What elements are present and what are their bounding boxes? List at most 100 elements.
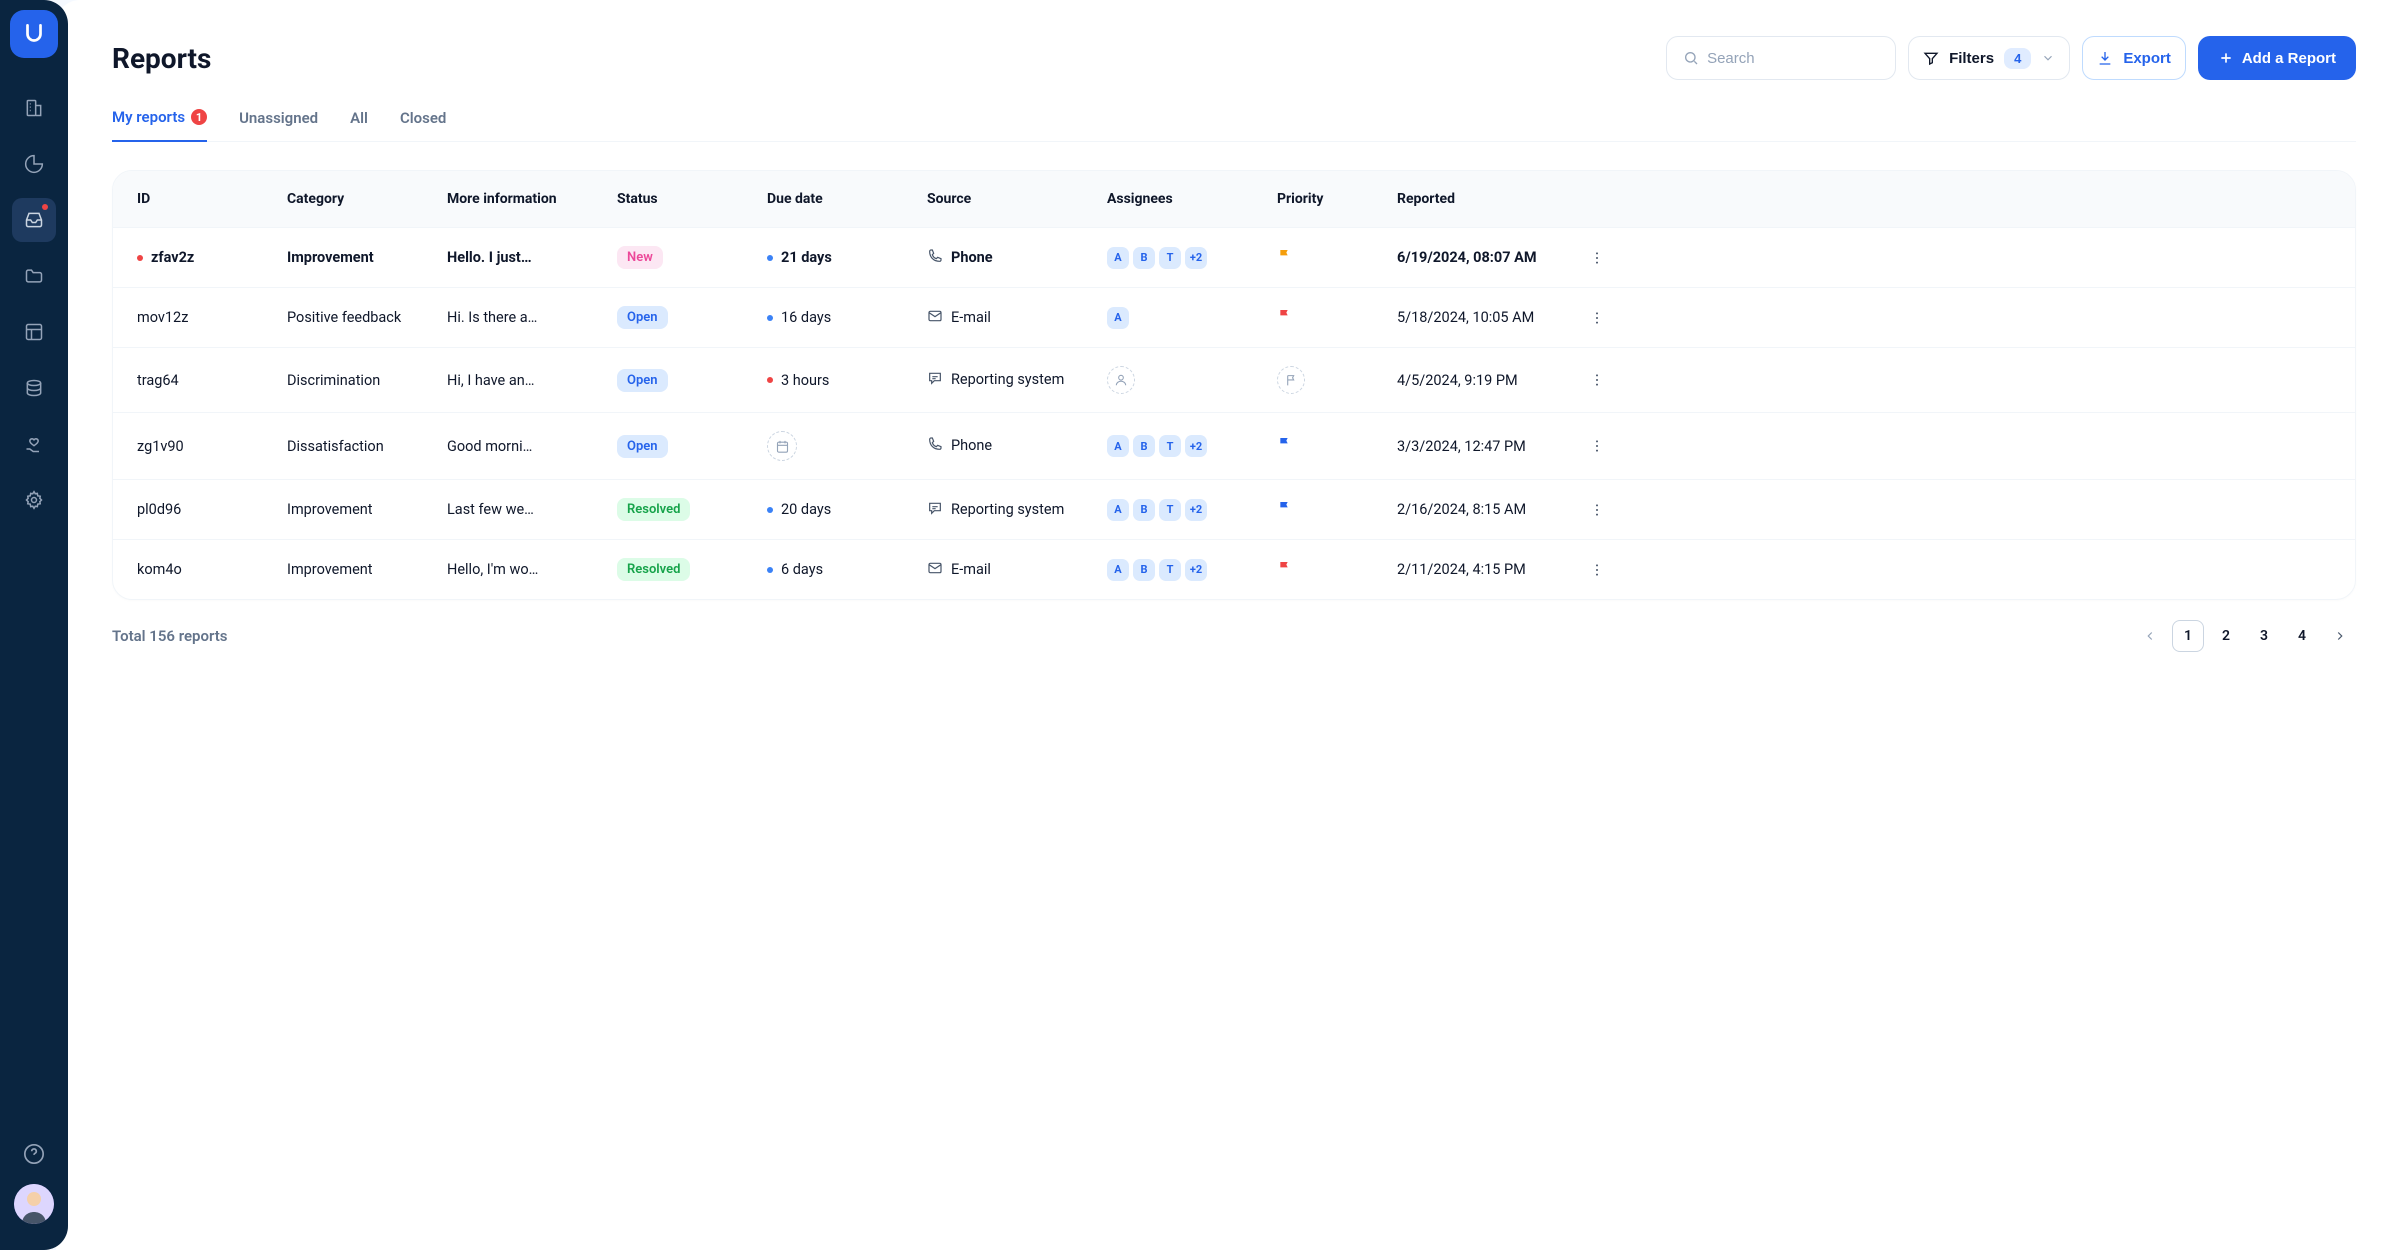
user-avatar[interactable] bbox=[14, 1184, 54, 1224]
export-button[interactable]: Export bbox=[2082, 36, 2186, 80]
total-count: Total 156 reports bbox=[112, 627, 228, 645]
table-row[interactable]: zg1v90DissatisfactionGood morni…OpenPhon… bbox=[113, 412, 2355, 479]
assignee-chip[interactable]: +2 bbox=[1185, 559, 1207, 581]
assignee-chip[interactable]: +2 bbox=[1185, 499, 1207, 521]
table-row[interactable]: kom4oImprovementHello, I'm wo…Resolved6 … bbox=[113, 539, 2355, 599]
tab-badge: 1 bbox=[191, 109, 207, 125]
page-1[interactable]: 1 bbox=[2172, 620, 2204, 652]
tab-my-reports[interactable]: My reports1 bbox=[112, 108, 207, 142]
column-header[interactable]: Assignees bbox=[1107, 191, 1277, 207]
cell-due: 3 hours bbox=[767, 372, 927, 389]
cell-source: E-mail bbox=[927, 560, 1107, 580]
nav-chart-icon[interactable] bbox=[12, 142, 56, 186]
next-page[interactable] bbox=[2324, 620, 2356, 652]
column-header[interactable]: Category bbox=[287, 191, 447, 207]
cell-id: mov12z bbox=[137, 309, 287, 326]
cell-status: Open bbox=[617, 435, 767, 458]
chat-icon bbox=[927, 500, 943, 520]
row-more-button[interactable] bbox=[1577, 438, 1617, 454]
page-3[interactable]: 3 bbox=[2248, 620, 2280, 652]
assignee-chip[interactable]: B bbox=[1133, 247, 1155, 269]
cell-id: pl0d96 bbox=[137, 501, 287, 518]
plus-icon bbox=[2218, 50, 2234, 66]
assignee-chip[interactable]: A bbox=[1107, 307, 1129, 329]
filters-button[interactable]: Filters 4 bbox=[1908, 36, 2070, 80]
nav-building-icon[interactable] bbox=[12, 86, 56, 130]
cell-assignees: ABT+2 bbox=[1107, 499, 1277, 521]
assignee-chip[interactable]: B bbox=[1133, 559, 1155, 581]
table-header: IDCategoryMore informationStatusDue date… bbox=[113, 171, 2355, 227]
cell-category: Improvement bbox=[287, 561, 447, 578]
column-header[interactable]: Status bbox=[617, 191, 767, 207]
assignee-empty-icon[interactable] bbox=[1107, 366, 1135, 394]
tab-all[interactable]: All bbox=[350, 108, 368, 141]
tab-unassigned[interactable]: Unassigned bbox=[239, 108, 318, 141]
flag-icon[interactable] bbox=[1277, 560, 1293, 580]
cell-info: Hi, I have an… bbox=[447, 372, 617, 389]
phone-icon bbox=[927, 248, 943, 268]
cell-reported: 4/5/2024, 9:19 PM bbox=[1397, 372, 1577, 389]
download-icon bbox=[2097, 50, 2113, 66]
row-more-button[interactable] bbox=[1577, 562, 1617, 578]
column-header[interactable]: ID bbox=[137, 191, 287, 207]
nav-layout-icon[interactable] bbox=[12, 310, 56, 354]
assignee-chip[interactable]: +2 bbox=[1185, 435, 1207, 457]
export-label: Export bbox=[2123, 50, 2171, 67]
nav-settings-icon[interactable] bbox=[12, 478, 56, 522]
assignee-chip[interactable]: T bbox=[1159, 435, 1181, 457]
column-header[interactable]: Priority bbox=[1277, 191, 1397, 207]
assignee-chip[interactable]: A bbox=[1107, 435, 1129, 457]
help-icon[interactable] bbox=[20, 1140, 48, 1168]
cell-due: 21 days bbox=[767, 249, 927, 266]
row-more-button[interactable] bbox=[1577, 250, 1617, 266]
page-4[interactable]: 4 bbox=[2286, 620, 2318, 652]
table-row[interactable]: zfav2zImprovementHello. I just…New21 day… bbox=[113, 227, 2355, 287]
mail-icon bbox=[927, 560, 943, 580]
tab-closed[interactable]: Closed bbox=[400, 108, 446, 141]
cell-status: Open bbox=[617, 306, 767, 329]
cell-id: kom4o bbox=[137, 561, 287, 578]
assignee-chip[interactable]: T bbox=[1159, 499, 1181, 521]
nav-database-icon[interactable] bbox=[12, 366, 56, 410]
flag-icon[interactable] bbox=[1277, 308, 1293, 328]
table-row[interactable]: pl0d96ImprovementLast few we…Resolved20 … bbox=[113, 479, 2355, 539]
assignee-chip[interactable]: A bbox=[1107, 499, 1129, 521]
cell-status: Resolved bbox=[617, 498, 767, 521]
assignee-chip[interactable]: T bbox=[1159, 559, 1181, 581]
assignee-chip[interactable]: B bbox=[1133, 435, 1155, 457]
flag-icon[interactable] bbox=[1277, 500, 1293, 520]
flag-icon[interactable] bbox=[1277, 248, 1293, 268]
add-report-label: Add a Report bbox=[2242, 50, 2336, 67]
cell-reported: 2/11/2024, 4:15 PM bbox=[1397, 561, 1577, 578]
add-report-button[interactable]: Add a Report bbox=[2198, 36, 2356, 80]
prev-page[interactable] bbox=[2134, 620, 2166, 652]
cell-info: Hello, I'm wo… bbox=[447, 561, 617, 578]
column-header[interactable]: Due date bbox=[767, 191, 927, 207]
assignee-chip[interactable]: +2 bbox=[1185, 247, 1207, 269]
row-more-button[interactable] bbox=[1577, 372, 1617, 388]
table-row[interactable]: trag64DiscriminationHi, I have an…Open3 … bbox=[113, 347, 2355, 412]
column-header[interactable]: More information bbox=[447, 191, 617, 207]
cell-source: Reporting system bbox=[927, 500, 1107, 520]
table-row[interactable]: mov12zPositive feedbackHi. Is there a…Op… bbox=[113, 287, 2355, 347]
assignee-chip[interactable]: T bbox=[1159, 247, 1181, 269]
cell-status: New bbox=[617, 246, 767, 269]
assignee-chip[interactable]: A bbox=[1107, 247, 1129, 269]
assignee-chip[interactable]: B bbox=[1133, 499, 1155, 521]
nav-inbox-icon[interactable] bbox=[12, 198, 56, 242]
nav-heart-hand-icon[interactable] bbox=[12, 422, 56, 466]
logo[interactable] bbox=[10, 10, 58, 58]
mail-icon bbox=[927, 308, 943, 328]
row-more-button[interactable] bbox=[1577, 310, 1617, 326]
column-header[interactable]: Reported bbox=[1397, 191, 1577, 207]
assignee-chip[interactable]: A bbox=[1107, 559, 1129, 581]
page-2[interactable]: 2 bbox=[2210, 620, 2242, 652]
search-field[interactable] bbox=[1666, 36, 1896, 80]
search-input[interactable] bbox=[1707, 50, 1906, 67]
column-header[interactable]: Source bbox=[927, 191, 1107, 207]
cell-info: Last few we… bbox=[447, 501, 617, 518]
nav-folder-icon[interactable] bbox=[12, 254, 56, 298]
flag-icon[interactable] bbox=[1277, 366, 1305, 394]
row-more-button[interactable] bbox=[1577, 502, 1617, 518]
flag-icon[interactable] bbox=[1277, 436, 1293, 456]
